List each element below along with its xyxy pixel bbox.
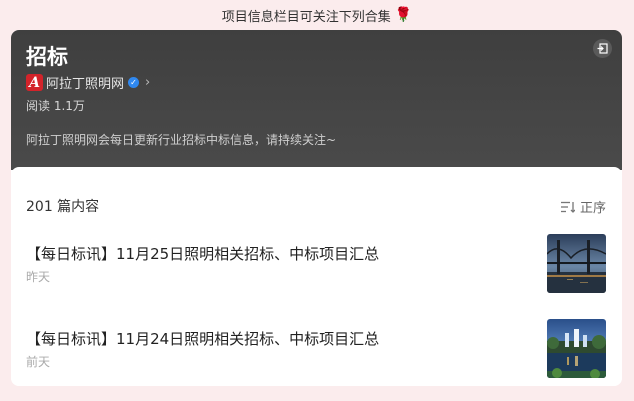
rose-icon: 🌹 bbox=[394, 7, 413, 23]
banner-text: 项目信息栏目可关注下列合集 bbox=[221, 9, 391, 25]
article-time: 前天 bbox=[26, 355, 51, 369]
collection-description: 阿拉丁照明网会每日更新行业招标中标信息，请持续关注~ bbox=[26, 133, 337, 147]
article-thumbnail[interactable] bbox=[547, 319, 606, 378]
article-time: 昨天 bbox=[26, 270, 51, 284]
sort-button[interactable]: 正序 bbox=[560, 197, 606, 216]
read-count: 阅读 1.1万 bbox=[26, 99, 85, 113]
article-title[interactable]: 【每日标讯】11月24日照明相关招标、中标项目汇总 bbox=[26, 328, 379, 349]
verified-icon: ✓ bbox=[128, 77, 140, 88]
collection-card: 招标 A 阿拉丁照明网 ✓ › 阅读 1.1万 阿拉丁照明网会每日更新行业招标中… bbox=[11, 30, 622, 386]
author-name[interactable]: 阿拉丁照明网 bbox=[46, 73, 124, 92]
chevron-right-icon: › bbox=[145, 75, 151, 90]
collection-banner: 项目信息栏目可关注下列合集 🌹 bbox=[0, 0, 634, 30]
article-title[interactable]: 【每日标讯】11月25日照明相关招标、中标项目汇总 bbox=[26, 243, 379, 264]
exit-button[interactable] bbox=[593, 39, 612, 58]
article-thumbnail[interactable] bbox=[547, 234, 606, 293]
article-list-panel: 201 篇内容 正序 【每日标讯】11月25日照明相关招标、中标项目汇总 昨天 bbox=[11, 167, 622, 386]
bridge-night-photo bbox=[547, 234, 606, 293]
sort-icon bbox=[560, 201, 575, 213]
city-lake-night-photo bbox=[547, 319, 606, 378]
author-logo: A bbox=[26, 74, 43, 91]
collection-header: 招标 A 阿拉丁照明网 ✓ › 阅读 1.1万 阿拉丁照明网会每日更新行业招标中… bbox=[11, 30, 622, 170]
list-item[interactable]: 【每日标讯】11月25日照明相关招标、中标项目汇总 昨天 bbox=[26, 234, 606, 294]
author-link[interactable]: A 阿拉丁照明网 ✓ › bbox=[26, 73, 150, 92]
list-item[interactable]: 【每日标讯】11月24日照明相关招标、中标项目汇总 前天 bbox=[26, 319, 606, 379]
article-count: 201 篇内容 bbox=[26, 199, 100, 215]
sort-label: 正序 bbox=[579, 201, 606, 216]
exit-icon bbox=[597, 43, 608, 54]
collection-title: 招标 bbox=[26, 45, 68, 69]
